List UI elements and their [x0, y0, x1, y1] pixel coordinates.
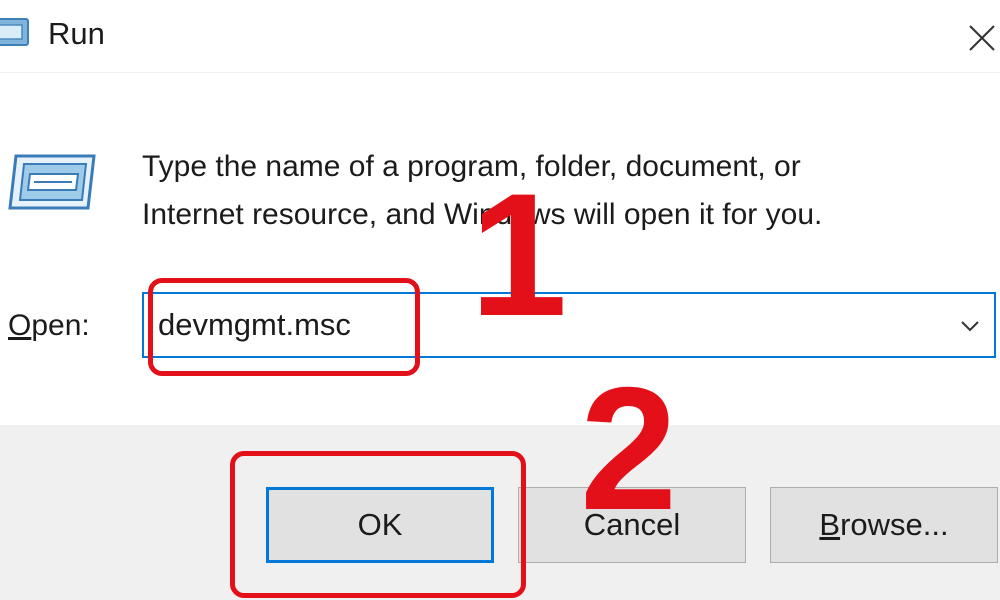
run-app-icon — [0, 18, 29, 46]
open-combobox[interactable] — [142, 292, 996, 358]
open-input[interactable] — [158, 294, 938, 356]
open-label: Open: — [8, 306, 90, 346]
browse-label: rowse... — [840, 507, 949, 542]
dialog-body — [0, 73, 1000, 425]
close-icon[interactable] — [956, 8, 1000, 58]
window-title: Run — [48, 16, 105, 51]
run-dialog: Run Type the name of a program, folder, … — [0, 0, 1000, 600]
description: Type the name of a program, folder, docu… — [142, 143, 982, 239]
description-line-2: Internet resource, and Windows will open… — [142, 198, 823, 231]
ok-button[interactable]: OK — [266, 487, 494, 563]
chevron-down-icon[interactable] — [956, 312, 984, 340]
run-icon — [8, 154, 96, 210]
open-label-accelerator: O — [8, 309, 32, 342]
open-label-text: pen: — [31, 309, 90, 342]
browse-button[interactable]: Browse... — [770, 487, 998, 563]
browse-accelerator: B — [819, 507, 841, 542]
description-line-1: Type the name of a program, folder, docu… — [142, 150, 801, 183]
title-bar: Run — [0, 0, 1000, 73]
cancel-button[interactable]: Cancel — [518, 487, 746, 563]
